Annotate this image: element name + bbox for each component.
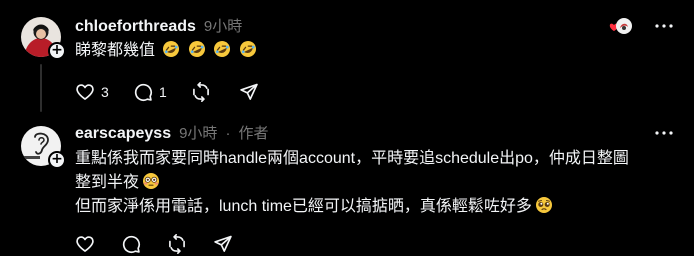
comment-button[interactable] <box>121 232 167 256</box>
thread-post: + earscapeyss 9小時 · 作者 重點係我而家要同時handle兩個… <box>0 115 694 256</box>
repost-button[interactable] <box>191 80 239 104</box>
author-tag: 作者 <box>238 125 269 142</box>
thread-connector-line <box>40 64 42 112</box>
more-dots-icon[interactable] <box>652 16 676 36</box>
post-text-line: 整到半夜 <box>75 171 629 195</box>
username[interactable]: earscapeyss <box>75 125 171 143</box>
repost-arrows-icon <box>193 82 209 102</box>
like-button[interactable]: 3 <box>75 80 133 104</box>
follow-plus-button[interactable]: + <box>48 42 66 60</box>
post-text-line: 睇黎都幾值 <box>75 42 156 59</box>
avatar[interactable]: + <box>21 17 66 60</box>
speech-bubble-icon <box>134 83 153 102</box>
paper-plane-icon <box>214 235 232 252</box>
share-button[interactable] <box>213 232 233 256</box>
flushed-face-icon <box>143 173 160 189</box>
username[interactable]: chloeforthreads <box>75 18 196 36</box>
heart-sticker-icon <box>608 16 634 38</box>
like-button[interactable] <box>75 232 121 256</box>
thread-post: + chloeforthreads 9小時 睇黎都幾值 3 1 <box>0 0 694 115</box>
timestamp: 9小時 <box>203 18 243 35</box>
follow-plus-button[interactable]: + <box>48 151 66 169</box>
timestamp: 9小時 <box>179 125 218 142</box>
post-text-line: 但而家淨係用電話，lunch time已經可以搞掂晒，真係輕鬆咗好多 <box>75 195 629 219</box>
share-button[interactable] <box>239 80 259 104</box>
avatar[interactable]: + <box>21 126 66 169</box>
post-header: chloeforthreads 9小時 <box>75 15 242 36</box>
rolling-on-floor-laughing-icon <box>188 41 205 57</box>
rolling-on-floor-laughing-icon <box>239 41 256 57</box>
post-body: 睇黎都幾值 <box>75 39 257 63</box>
repost-button[interactable] <box>167 232 213 256</box>
post-header: earscapeyss 9小時 · 作者 <box>75 122 268 143</box>
post-body: 重點係我而家要同時handle兩個account，平時要追schedule出po… <box>75 147 629 219</box>
heart-outline-icon <box>76 236 94 252</box>
separator-dot: · <box>225 125 231 142</box>
comment-count: 1 <box>159 84 167 100</box>
post-actions <box>75 232 233 256</box>
like-count: 3 <box>101 84 109 100</box>
heart-outline-icon <box>76 84 94 100</box>
repost-arrows-icon <box>169 234 185 254</box>
rolling-on-floor-laughing-icon <box>214 41 231 57</box>
post-text-line: 重點係我而家要同時handle兩個account，平時要追schedule出po… <box>75 150 629 167</box>
comment-button[interactable]: 1 <box>133 80 191 104</box>
speech-bubble-icon <box>122 235 141 254</box>
pleading-face-icon <box>535 197 552 213</box>
rolling-on-floor-laughing-icon <box>163 41 180 57</box>
post-actions: 3 1 <box>75 80 259 104</box>
more-dots-icon[interactable] <box>652 123 676 143</box>
paper-plane-icon <box>240 83 258 100</box>
